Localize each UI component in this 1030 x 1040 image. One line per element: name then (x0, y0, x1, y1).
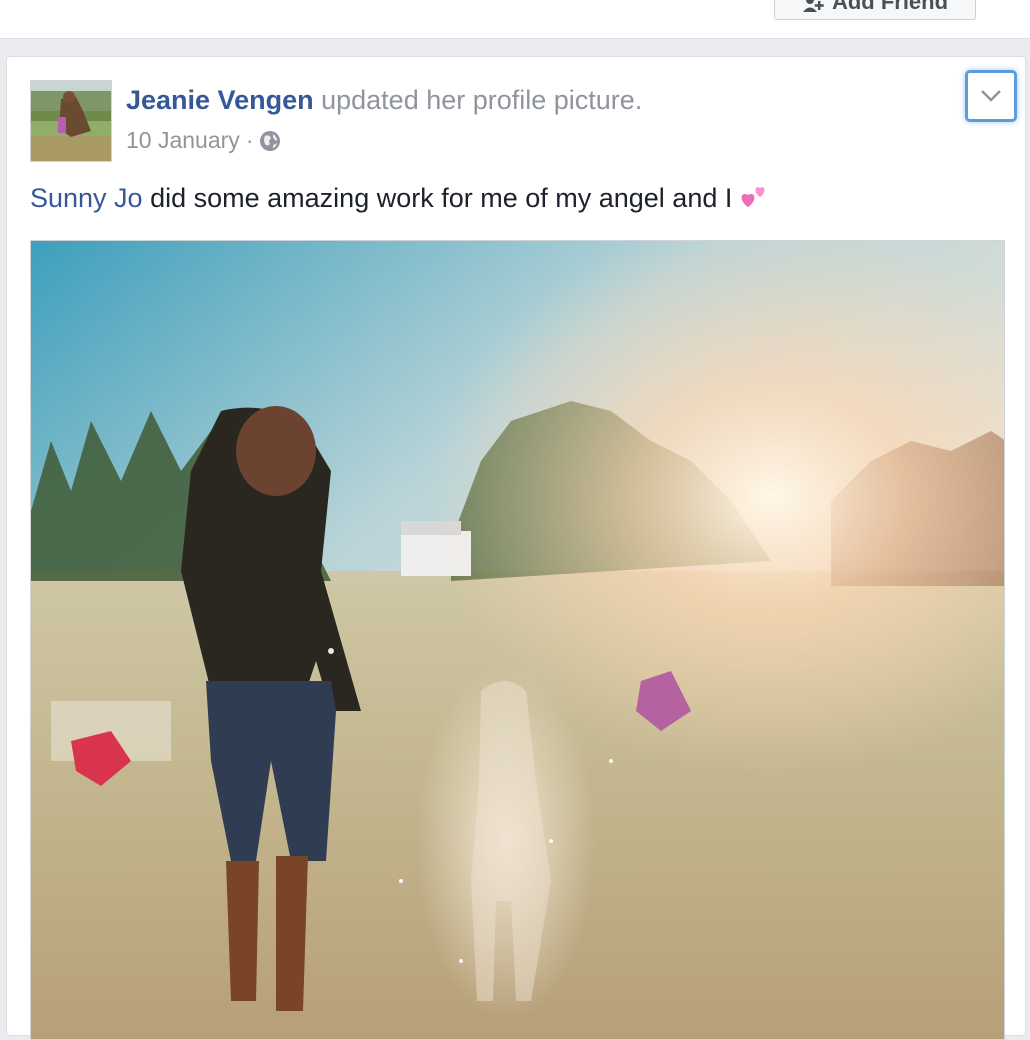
chevron-down-icon (980, 89, 1002, 103)
add-friend-button[interactable]: Add Friend (774, 0, 976, 20)
profile-photo[interactable] (30, 240, 1005, 1040)
author-avatar[interactable] (30, 80, 112, 162)
post-options-button[interactable] (965, 70, 1017, 122)
post-caption: Sunny Jo did some amazing work for me of… (30, 183, 770, 216)
post-header-text: Jeanie Vengen updated her profile pictur… (126, 85, 642, 116)
author-name-link[interactable]: Jeanie Vengen (126, 85, 314, 115)
post-date-link[interactable]: 10 January (126, 127, 240, 154)
meta-separator: · (245, 127, 254, 153)
post-meta: 10 January · (126, 127, 281, 154)
post-card: Jeanie Vengen updated her profile pictur… (6, 56, 1026, 1040)
two-hearts-icon (740, 183, 770, 216)
mention-link[interactable]: Sunny Jo (30, 183, 143, 213)
caption-text: did some amazing work for me of my angel… (150, 183, 733, 213)
post-action-text: updated her profile picture. (321, 85, 643, 115)
add-friend-label: Add Friend (831, 0, 949, 14)
add-friend-icon (802, 0, 824, 12)
previous-card: Add Friend (0, 0, 1030, 39)
globe-icon[interactable] (259, 130, 281, 152)
